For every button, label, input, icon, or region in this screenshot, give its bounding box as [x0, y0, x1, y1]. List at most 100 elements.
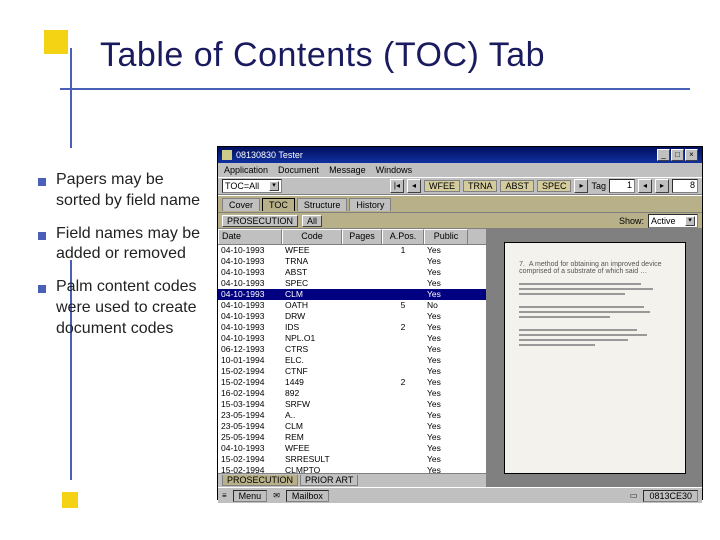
toolbar-right-controls: |◂ ◂ WFEE TRNA ABST SPEC ▸ Tag 1 ◂ ▸ 8 — [390, 179, 698, 193]
cell-pages — [342, 355, 382, 366]
table-row[interactable]: 10-01-1994ELC.Yes — [218, 355, 486, 366]
bullet-marker-icon — [38, 285, 46, 293]
table-row[interactable]: 15-02-1994CTNFYes — [218, 366, 486, 377]
cell-pub: No — [424, 300, 468, 311]
cell-pub: Yes — [424, 465, 468, 473]
cell-code: CLM — [282, 421, 342, 432]
col-apos[interactable]: A.Pos. — [382, 229, 424, 244]
status-mailbox-button[interactable]: Mailbox — [286, 490, 329, 502]
close-button[interactable]: × — [685, 149, 698, 161]
document-preview[interactable]: 7. A method for obtaining an improved de… — [504, 242, 686, 473]
cell-pub: Yes — [424, 311, 468, 322]
menu-document[interactable]: Document — [278, 165, 319, 175]
table-row[interactable]: 15-03-1994SRFWYes — [218, 399, 486, 410]
table-row[interactable]: 16-02-1994892Yes — [218, 388, 486, 399]
cell-pub: Yes — [424, 267, 468, 278]
table-row[interactable]: 04-10-1993WFEE1Yes — [218, 245, 486, 256]
cell-pub: Yes — [424, 366, 468, 377]
table-row[interactable]: 04-10-1993CLMYes — [218, 289, 486, 300]
cell-apos — [382, 344, 424, 355]
tab-structure[interactable]: Structure — [297, 198, 348, 211]
cell-apos — [382, 388, 424, 399]
bullet-item: Papers may be sorted by field name — [38, 170, 208, 212]
bullet-list: Papers may be sorted by field name Field… — [38, 170, 208, 352]
show-dropdown[interactable]: Active ▾ — [648, 214, 698, 228]
table-row[interactable]: 04-10-1993IDS2Yes — [218, 322, 486, 333]
table-row[interactable]: 25-05-1994REMYes — [218, 432, 486, 443]
table-row[interactable]: 06-12-1993CTRSYes — [218, 344, 486, 355]
preview-text: 7. A method for obtaining an improved de… — [519, 261, 671, 275]
cell-date: 04-10-1993 — [218, 322, 282, 333]
maximize-button[interactable]: □ — [671, 149, 684, 161]
cell-pages — [342, 311, 382, 322]
cell-pages — [342, 278, 382, 289]
table-row[interactable]: 04-10-1993SPECYes — [218, 278, 486, 289]
table-body[interactable]: 04-10-1993WFEE1Yes04-10-1993TRNAYes04-10… — [218, 245, 486, 473]
nav-first-button[interactable]: |◂ — [390, 179, 404, 193]
cell-apos — [382, 443, 424, 454]
menu-windows[interactable]: Windows — [376, 165, 413, 175]
cell-pages — [342, 410, 382, 421]
cell-apos — [382, 465, 424, 473]
cell-apos — [382, 256, 424, 267]
table-row[interactable]: 23-05-1994A..Yes — [218, 410, 486, 421]
table-row[interactable]: 15-02-1994CLMPTOYes — [218, 465, 486, 473]
table-pane: Date Code Pages A.Pos. Public 04-10-1993… — [218, 229, 488, 487]
nav-prev-button[interactable]: ◂ — [407, 179, 421, 193]
code-badge[interactable]: SPEC — [537, 180, 572, 192]
menu-application[interactable]: Application — [224, 165, 268, 175]
cell-code: OATH — [282, 300, 342, 311]
tag-label: Tag — [591, 181, 606, 191]
table-row[interactable]: 04-10-1993ABSTYes — [218, 267, 486, 278]
main-area: Date Code Pages A.Pos. Public 04-10-1993… — [218, 229, 702, 487]
tab-toc[interactable]: TOC — [262, 198, 295, 211]
filter-all-button[interactable]: All — [302, 215, 322, 227]
cell-date: 06-12-1993 — [218, 344, 282, 355]
toc-dropdown[interactable]: TOC=All ▾ — [222, 179, 282, 193]
tag-input[interactable]: 1 — [609, 179, 635, 193]
cell-code: ELC. — [282, 355, 342, 366]
cell-pages — [342, 443, 382, 454]
status-case-label: 0813CE30 — [643, 490, 698, 502]
code-badge[interactable]: WFEE — [424, 180, 460, 192]
cell-apos — [382, 454, 424, 465]
table-row[interactable]: 04-10-1993NPL.O1Yes — [218, 333, 486, 344]
page-prev-button[interactable]: ◂ — [638, 179, 652, 193]
table-row[interactable]: 04-10-1993WFEEYes — [218, 443, 486, 454]
cell-pub: Yes — [424, 355, 468, 366]
filter-prosecution-button[interactable]: PROSECUTION — [222, 215, 298, 227]
cell-date: 15-02-1994 — [218, 465, 282, 473]
menu-message[interactable]: Message — [329, 165, 366, 175]
cell-apos — [382, 399, 424, 410]
col-code[interactable]: Code — [282, 229, 342, 244]
table-row[interactable]: 23-05-1994CLMYes — [218, 421, 486, 432]
minimize-button[interactable]: _ — [657, 149, 670, 161]
col-date[interactable]: Date — [218, 229, 282, 244]
cell-date: 23-05-1994 — [218, 421, 282, 432]
cell-pages — [342, 300, 382, 311]
cell-pages — [342, 377, 382, 388]
tab-prosecution[interactable]: PROSECUTION — [222, 475, 298, 486]
table-row[interactable]: 15-02-199414492Yes — [218, 377, 486, 388]
tab-cover[interactable]: Cover — [222, 198, 260, 211]
cell-apos — [382, 410, 424, 421]
table-row[interactable]: 04-10-1993DRWYes — [218, 311, 486, 322]
col-public[interactable]: Public — [424, 229, 468, 244]
code-badge[interactable]: ABST — [500, 180, 534, 192]
cell-date: 04-10-1993 — [218, 333, 282, 344]
tab-prior-art[interactable]: PRIOR ART — [300, 475, 358, 486]
cell-date: 04-10-1993 — [218, 278, 282, 289]
table-row[interactable]: 04-10-1993OATH5No — [218, 300, 486, 311]
col-pages[interactable]: Pages — [342, 229, 382, 244]
tab-history[interactable]: History — [349, 198, 391, 211]
titlebar[interactable]: 08130830 Tester _ □ × — [218, 147, 702, 163]
page-next-button[interactable]: ▸ — [655, 179, 669, 193]
table-row[interactable]: 15-02-1994SRRESULTYes — [218, 454, 486, 465]
status-menu-button[interactable]: Menu — [233, 490, 268, 502]
preview-pane: 7. A method for obtaining an improved de… — [488, 229, 702, 487]
nav-next-button[interactable]: ▸ — [574, 179, 588, 193]
cell-pages — [342, 322, 382, 333]
table-row[interactable]: 04-10-1993TRNAYes — [218, 256, 486, 267]
code-badge[interactable]: TRNA — [463, 180, 498, 192]
cell-pub: Yes — [424, 410, 468, 421]
